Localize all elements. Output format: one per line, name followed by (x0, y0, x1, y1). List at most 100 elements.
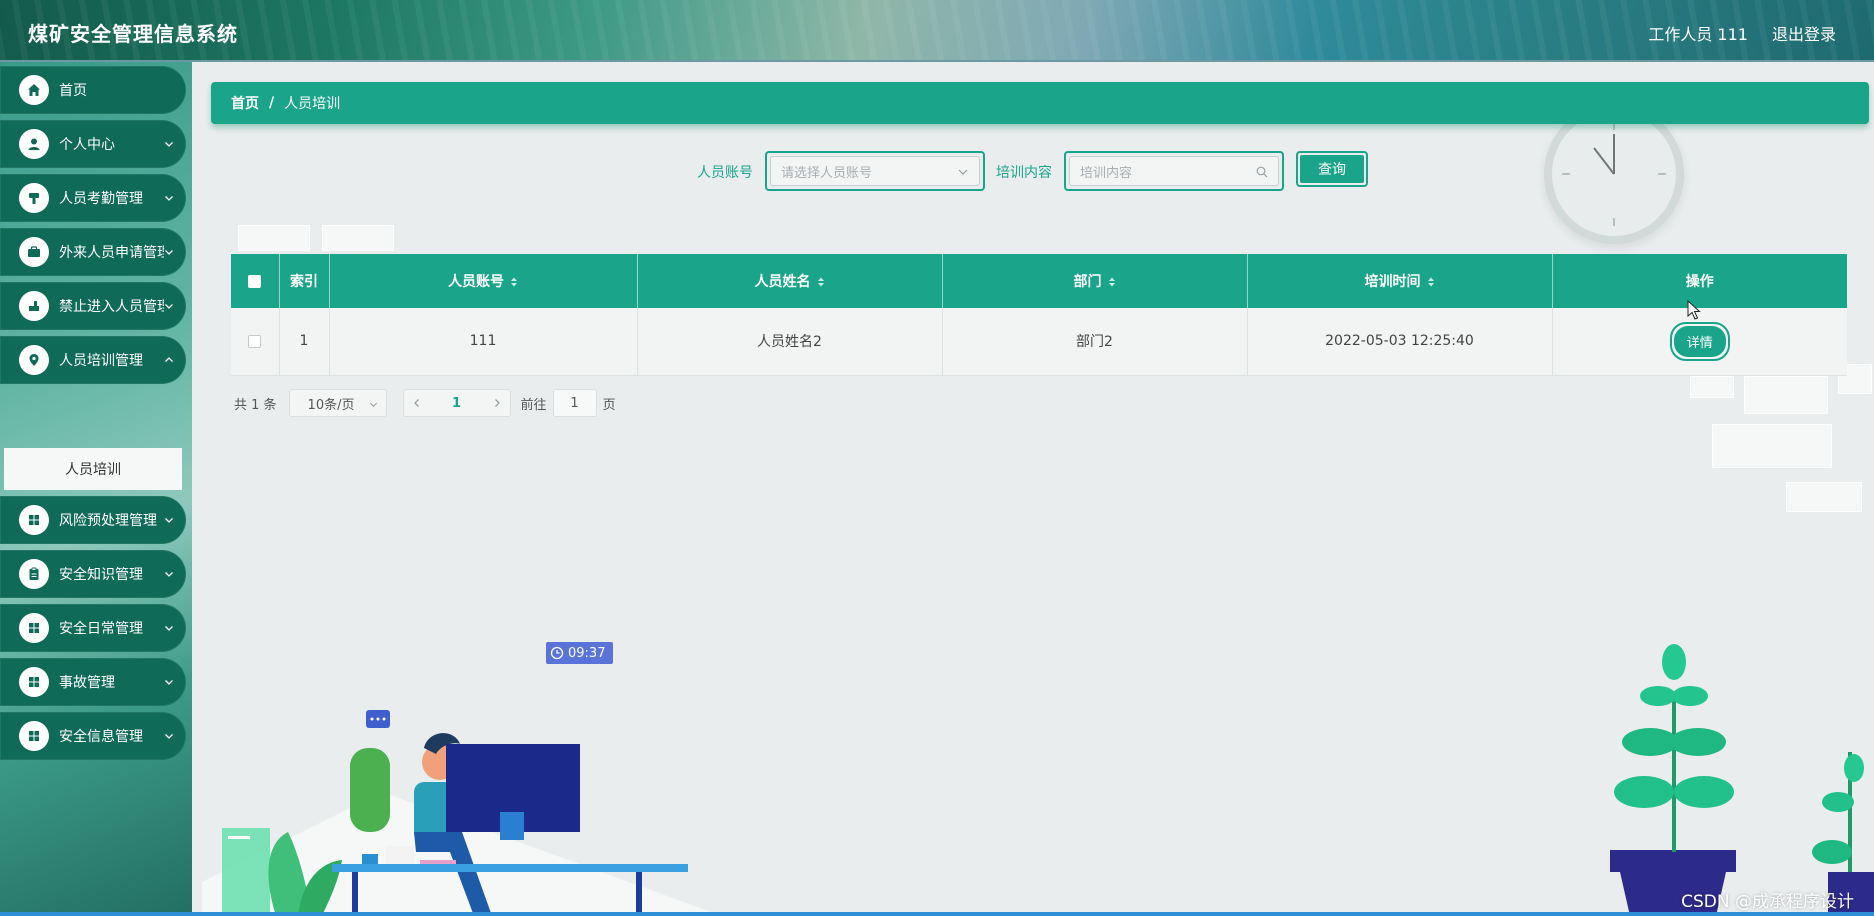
user-icon (19, 129, 49, 159)
background-block (1744, 376, 1828, 414)
search-icon (1256, 166, 1268, 178)
chevron-down-icon (165, 626, 173, 631)
table-header-row: 索引 人员账号 人员姓名 部门 培训时间 操作 (231, 254, 1847, 308)
office-worker-illustration (202, 710, 722, 916)
row-checkbox-cell[interactable] (231, 308, 280, 376)
chevron-up-icon (165, 357, 173, 362)
clipboard-icon (19, 559, 49, 589)
select-all-checkbox-cell[interactable] (231, 254, 280, 308)
cell-name: 人员姓名2 (637, 308, 943, 376)
no-entry-icon (19, 291, 49, 321)
jump-suffix: 页 (602, 397, 616, 413)
breadcrumb: 首页 / 人员培训 (211, 82, 1869, 124)
content-filter-label: 培训内容 (996, 165, 1052, 181)
search-filter-bar: 人员账号 请选择人员账号 培训内容 培训内容 查询 (192, 151, 1874, 191)
column-header-account[interactable]: 人员账号 (329, 254, 638, 308)
background-block (238, 225, 310, 251)
next-page-icon[interactable] (492, 398, 502, 408)
current-user-label: 工作人员 111 (1648, 25, 1748, 44)
time-badge: 09:37 (546, 642, 614, 664)
grid-icon (19, 505, 49, 535)
pagination-total: 共 1 条 (234, 397, 277, 413)
query-button-label: 查询 (1300, 155, 1364, 183)
training-table: 索引 人员账号 人员姓名 部门 培训时间 操作 1 111 人员姓名2 部门2 … (231, 254, 1847, 376)
account-select-placeholder: 请选择人员账号 (781, 165, 873, 181)
sort-icon[interactable] (510, 276, 518, 288)
cell-account: 111 (329, 308, 638, 376)
sidebar-item-label: 首页 (59, 83, 87, 99)
sidebar-item-label: 人员培训管理 (59, 353, 143, 369)
chevron-down-icon (165, 734, 173, 739)
detail-button[interactable]: 详情 (1669, 321, 1730, 361)
sidebar-item-label: 外来人员申请管理 (59, 245, 164, 261)
background-block (322, 225, 394, 251)
background-block (1786, 482, 1862, 512)
row-checkbox[interactable] (248, 334, 262, 348)
top-header: 煤矿安全管理信息系统 工作人员 111 退出登录 (0, 0, 1874, 62)
location-icon (19, 345, 49, 375)
sidebar: 首页 个人中心 人员考勤管理 外来人员申请管理 禁止进入人员管理 人员培训管理 (0, 62, 192, 916)
training-content-input[interactable]: 培训内容 (1064, 151, 1284, 191)
query-button[interactable]: 查询 (1296, 151, 1368, 187)
sidebar-item-banned-personnel[interactable]: 禁止进入人员管理 (0, 282, 186, 330)
sort-icon[interactable] (1108, 276, 1116, 288)
account-filter-label: 人员账号 (697, 165, 753, 181)
account-select[interactable]: 请选择人员账号 (765, 151, 985, 191)
clock-icon (550, 646, 564, 660)
grid-icon (19, 613, 49, 643)
sidebar-item-home[interactable]: 首页 (0, 66, 186, 114)
jump-prefix: 前往 (520, 397, 547, 413)
training-content-placeholder: 培训内容 (1080, 165, 1133, 181)
page-size-select[interactable]: 10条/页 (288, 389, 387, 417)
chevron-down-icon (165, 250, 173, 255)
sidebar-item-safety-info[interactable]: 安全信息管理 (0, 712, 186, 760)
sidebar-item-training-management[interactable]: 人员培训管理 (0, 336, 186, 384)
current-page-number[interactable]: 1 (452, 396, 461, 411)
logout-button[interactable]: 退出登录 (1772, 21, 1836, 45)
sidebar-subitem-training[interactable]: 人员培训 (4, 448, 182, 490)
bottom-progress-line (0, 912, 1874, 916)
sidebar-item-visitor-application[interactable]: 外来人员申请管理 (0, 228, 186, 276)
potted-plant-illustration (1610, 644, 1874, 916)
attendance-icon (19, 183, 49, 213)
cell-department: 部门2 (942, 308, 1248, 376)
chevron-down-icon (165, 304, 173, 309)
watermark: CSDN @成承程序设计 (1681, 892, 1854, 912)
chevron-down-icon (958, 169, 968, 175)
grid-icon (19, 721, 49, 751)
sidebar-item-label: 禁止进入人员管理 (59, 299, 164, 315)
sidebar-item-label: 安全信息管理 (59, 729, 143, 745)
chevron-down-icon (165, 680, 173, 685)
chevron-down-icon (165, 196, 173, 201)
sidebar-item-safety-knowledge[interactable]: 安全知识管理 (0, 550, 186, 598)
sort-icon[interactable] (817, 276, 825, 288)
time-badge-value: 09:37 (568, 645, 606, 661)
grid-icon (19, 667, 49, 697)
column-header-department[interactable]: 部门 (942, 254, 1248, 308)
home-icon (19, 75, 49, 105)
chevron-down-icon (369, 402, 377, 408)
column-header-name[interactable]: 人员姓名 (637, 254, 943, 308)
background-block (1712, 424, 1832, 468)
sidebar-item-daily-safety[interactable]: 安全日常管理 (0, 604, 186, 652)
chevron-down-icon (165, 518, 173, 523)
sidebar-item-label: 安全日常管理 (59, 621, 143, 637)
header-user-area: 工作人员 111 退出登录 (1648, 21, 1836, 45)
pager: 1 (402, 389, 511, 417)
sidebar-item-label: 风险预处理管理 (59, 513, 157, 529)
sidebar-item-personal-center[interactable]: 个人中心 (0, 120, 186, 168)
select-all-checkbox[interactable] (248, 274, 262, 288)
column-header-index: 索引 (279, 254, 330, 308)
breadcrumb-home-link[interactable]: 首页 (231, 93, 259, 113)
mouse-cursor-icon (1687, 300, 1701, 320)
sort-icon[interactable] (1427, 276, 1435, 288)
sidebar-item-risk-preprocessing[interactable]: 风险预处理管理 (0, 496, 186, 544)
sidebar-item-attendance[interactable]: 人员考勤管理 (0, 174, 186, 222)
prev-page-icon[interactable] (412, 398, 422, 408)
column-header-training-time[interactable]: 培训时间 (1247, 254, 1553, 308)
breadcrumb-current: 人员培训 (284, 96, 341, 112)
chevron-down-icon (165, 572, 173, 577)
page-jump-input[interactable]: 1 (552, 389, 597, 417)
sidebar-item-label: 事故管理 (59, 675, 115, 691)
sidebar-item-accident[interactable]: 事故管理 (0, 658, 186, 706)
